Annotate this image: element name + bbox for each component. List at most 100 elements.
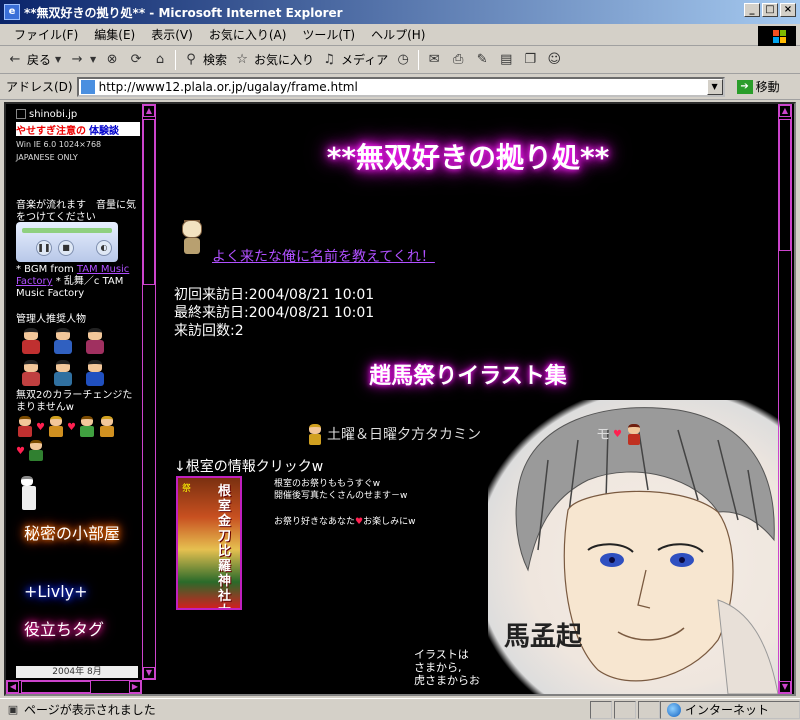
messenger-icon[interactable]: ☺ xyxy=(545,51,563,69)
minimize-button[interactable]: _ xyxy=(744,3,760,17)
first-visit: 初回来訪日:2004/08/21 10:01 xyxy=(174,287,375,303)
character-sprite xyxy=(16,326,46,356)
nemuro-heading: ↓根室の情報クリックw xyxy=(174,459,324,475)
go-label: 移動 xyxy=(755,80,780,94)
couple-sprites: ♥ ♥ ♥ xyxy=(16,416,120,462)
media-button[interactable]: ♫ メディア xyxy=(320,51,388,69)
scroll-up-icon[interactable]: ▲ xyxy=(779,105,791,117)
illustration-caption: 馬孟起 xyxy=(504,622,583,652)
home-icon[interactable]: ⌂ xyxy=(151,51,169,69)
heart-icon: ♥ xyxy=(36,421,45,433)
weekend-tail-text: モ xyxy=(596,427,610,443)
character-sprite xyxy=(306,422,324,446)
character-sprite xyxy=(16,416,34,438)
last-visit: 最終来訪日:2004/08/21 10:01 xyxy=(174,305,375,321)
name-entry-link[interactable]: よく来たな俺に名前を教えてくれ！ xyxy=(212,246,435,266)
status-text: ページが表示されました xyxy=(24,703,156,717)
toolbar-separator xyxy=(418,49,420,70)
dropdown-arrow-icon: ▼ xyxy=(54,55,62,64)
livly-link[interactable]: +Livly+ xyxy=(24,582,88,602)
menu-favorites[interactable]: お気に入り(A) xyxy=(201,26,295,43)
mail-icon[interactable]: ✉ xyxy=(425,51,443,69)
nemuro-line-3a: お祭り好きなあなた xyxy=(274,517,356,527)
left-frame-hscrollbar[interactable]: ◀ ▶ xyxy=(6,680,142,694)
site-title: **無双好きの拠り処** xyxy=(326,141,610,174)
color-change-note: 無双2のカラーチェンジたまりませんw xyxy=(16,390,133,413)
close-button[interactable]: × xyxy=(780,3,796,17)
character-sprite xyxy=(625,422,643,446)
maximize-button[interactable]: □ xyxy=(762,3,778,17)
address-dropdown-icon[interactable]: ▼ xyxy=(706,78,723,95)
left-frame-scrollbar[interactable]: ▲ ▼ xyxy=(142,104,156,680)
discuss-icon[interactable]: ▤ xyxy=(497,51,515,69)
right-frame-scrollbar[interactable]: ▲ ▼ xyxy=(778,104,792,694)
shinobi-badge[interactable]: shinobi.jp xyxy=(16,108,92,120)
search-label: 検索 xyxy=(203,53,228,67)
page-viewport: shinobi.jp やせすぎ注意の 体験談 Win IE 6.0 1024×7… xyxy=(4,102,796,696)
secret-room-link[interactable]: 秘密の小部屋 xyxy=(24,524,134,544)
go-button[interactable]: ➔ 移動 xyxy=(736,78,780,95)
address-input[interactable]: http://www12.plala.or.jp/ugalay/frame.ht… xyxy=(76,76,725,97)
page-icon xyxy=(80,79,95,94)
back-button[interactable]: ← 戻る ▼ xyxy=(6,51,62,69)
scroll-thumb[interactable] xyxy=(143,119,155,285)
visit-count: 来訪回数:2 xyxy=(174,323,244,339)
back-label: 戻る xyxy=(27,53,52,67)
stop-icon[interactable]: ⊗ xyxy=(103,51,121,69)
scroll-down-icon[interactable]: ▼ xyxy=(143,667,155,679)
status-cell xyxy=(614,700,636,719)
bgm-credit: * BGM from TAM Music Factory * 乱舞／c TAM … xyxy=(16,264,140,300)
character-sprite xyxy=(78,416,96,438)
nemuro-line-1: 根室のお祭りももうすぐw xyxy=(274,479,381,489)
illust-credit-1: イラストは xyxy=(414,648,469,661)
scroll-right-icon[interactable]: ▶ xyxy=(129,681,141,693)
heart-icon: ♥ xyxy=(16,445,25,457)
scroll-up-icon[interactable]: ▲ xyxy=(143,105,155,117)
status-message: ▣ ページが表示されました xyxy=(0,701,588,718)
volume-icon[interactable]: ◐ xyxy=(96,240,112,256)
search-icon: ⚲ xyxy=(186,52,196,67)
scroll-thumb[interactable] xyxy=(779,119,791,251)
poster-side-text: 祭 xyxy=(182,484,192,494)
illust-section-title: 趙馬祭りイラスト集 xyxy=(369,364,567,389)
useful-tags-link[interactable]: 役立ちタグ xyxy=(24,620,104,640)
ad-banner-red-text: やせすぎ注意の xyxy=(16,125,86,137)
print-icon[interactable]: ⎙ xyxy=(449,51,467,69)
menu-edit[interactable]: 編集(E) xyxy=(86,26,143,43)
history-icon[interactable]: ◷ xyxy=(394,51,412,69)
recommended-characters xyxy=(16,326,120,388)
page-done-icon: ▣ xyxy=(7,703,19,716)
edit-icon[interactable]: ✎ xyxy=(473,51,491,69)
character-sprite xyxy=(16,358,46,388)
menu-tools[interactable]: ツール(T) xyxy=(294,26,363,43)
music-player[interactable]: ❚❚ ■ ◐ xyxy=(16,222,118,262)
refresh-icon[interactable]: ⟳ xyxy=(127,51,145,69)
player-progress[interactable] xyxy=(22,228,112,233)
character-sprite xyxy=(80,358,110,388)
left-frame: shinobi.jp やせすぎ注意の 体験談 Win IE 6.0 1024×7… xyxy=(6,104,156,694)
title-bar: e **無双好きの拠り処** - Microsoft Internet Expl… xyxy=(0,0,800,24)
forward-button[interactable]: → ▼ xyxy=(68,51,97,69)
globe-icon xyxy=(667,702,681,717)
japanese-only: JAPANESE ONLY xyxy=(16,153,78,162)
hscroll-thumb[interactable] xyxy=(21,681,91,693)
media-icon: ♫ xyxy=(323,52,335,67)
address-label: アドレス(D) xyxy=(6,80,73,94)
weekend-line: 土曜＆日曜夕方タカミン xyxy=(306,422,481,446)
stop-icon[interactable]: ■ xyxy=(58,240,74,256)
security-zone[interactable]: インターネット xyxy=(660,700,800,719)
menu-help[interactable]: ヘルプ(H) xyxy=(363,26,433,43)
festival-poster[interactable]: 祭 根室金刀比羅神社大祭 xyxy=(176,476,242,610)
search-button[interactable]: ⚲ 検索 xyxy=(182,51,227,69)
heart-icon: ♥ xyxy=(613,428,622,440)
dropdown-arrow-icon: ▼ xyxy=(89,55,97,64)
research-icon[interactable]: ❐ xyxy=(521,51,539,69)
pause-icon[interactable]: ❚❚ xyxy=(36,240,52,256)
scroll-down-icon[interactable]: ▼ xyxy=(779,681,791,693)
favorites-button[interactable]: ☆ お気に入り xyxy=(233,51,314,69)
menu-file[interactable]: ファイル(F) xyxy=(6,26,86,43)
menu-view[interactable]: 表示(V) xyxy=(143,26,201,43)
scroll-left-icon[interactable]: ◀ xyxy=(7,681,19,693)
ad-banner[interactable]: やせすぎ注意の 体験談 xyxy=(16,122,140,136)
window-title: **無双好きの拠り処** - Microsoft Internet Explor… xyxy=(24,5,343,20)
